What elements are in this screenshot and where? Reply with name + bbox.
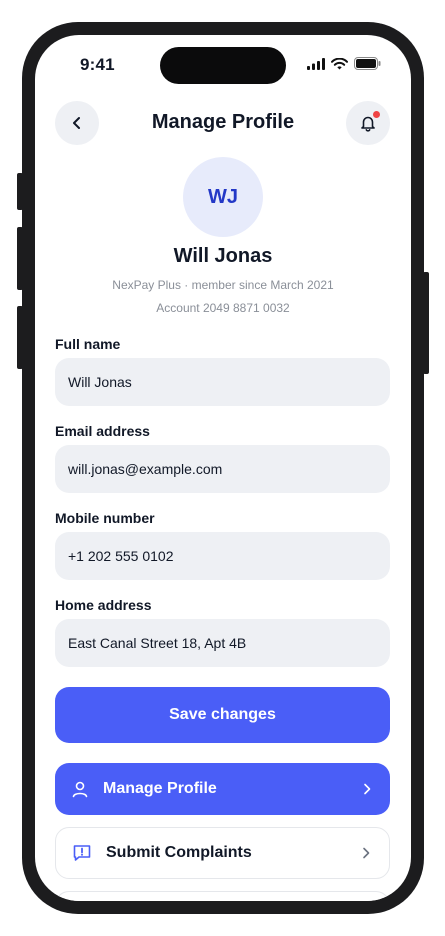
status-time: 9:41 xyxy=(80,55,115,74)
full-name-label: Full name xyxy=(55,336,121,352)
email-label: Email address xyxy=(55,423,150,439)
dynamic-island xyxy=(160,47,286,84)
battery-icon xyxy=(354,57,381,70)
avatar: WJ xyxy=(183,157,263,237)
user-icon xyxy=(72,781,88,798)
mobile-field[interactable]: +1 202 555 0102 xyxy=(55,532,390,580)
chevron-right-icon xyxy=(363,847,370,859)
full-name-field[interactable]: Will Jonas xyxy=(55,358,390,406)
profile-account-number: Account 2049 8871 0032 xyxy=(156,301,290,315)
notification-dot xyxy=(372,110,381,119)
email-field[interactable]: will.jonas@example.com xyxy=(55,445,390,493)
profile-name: Will Jonas xyxy=(173,245,273,267)
status-icons xyxy=(307,57,381,70)
wifi-icon xyxy=(331,57,348,69)
menu-item-label: Submit Complaints xyxy=(106,844,252,861)
message-alert-icon xyxy=(73,845,91,861)
status-bar: 9:41 xyxy=(35,35,411,95)
menu-item-label: Manage Profile xyxy=(103,780,217,797)
phone-screen: 9:41 Manage Profile WJ Will Jonas NexPay… xyxy=(35,35,411,901)
notifications-button[interactable] xyxy=(346,101,390,145)
menu-item-submit-complaints[interactable]: Submit Complaints xyxy=(55,827,390,879)
chevron-right-icon xyxy=(364,783,371,795)
signal-icon xyxy=(307,57,325,70)
mobile-label: Mobile number xyxy=(55,510,155,526)
save-changes-button[interactable]: Save changes xyxy=(55,687,390,743)
menu-item-next[interactable] xyxy=(55,891,390,901)
home-address-label: Home address xyxy=(55,597,152,613)
home-address-field[interactable]: East Canal Street 18, Apt 4B xyxy=(55,619,390,667)
menu-item-manage-profile[interactable]: Manage Profile xyxy=(55,763,390,815)
profile-membership: NexPay Plus · member since March 2021 xyxy=(112,278,334,292)
